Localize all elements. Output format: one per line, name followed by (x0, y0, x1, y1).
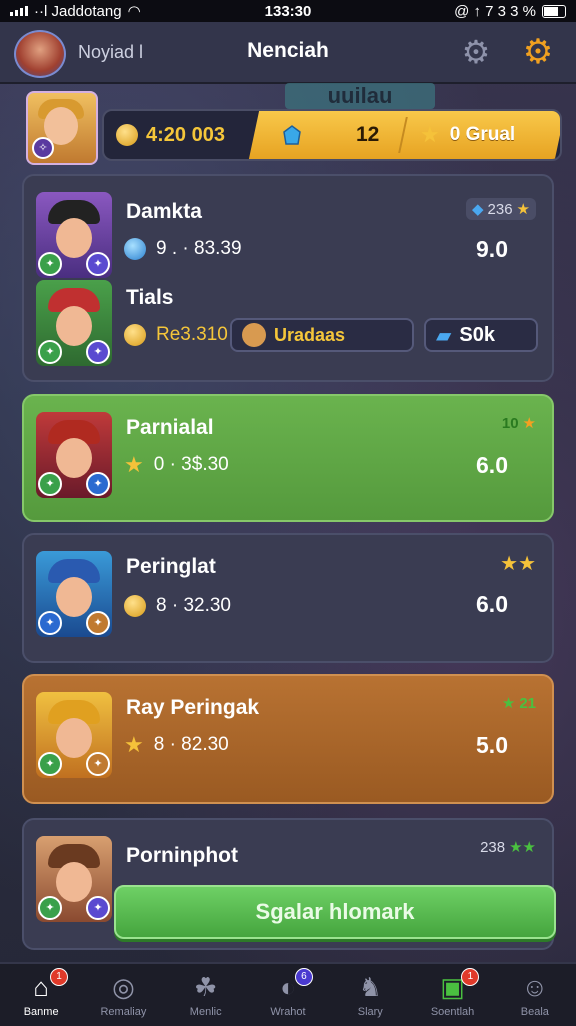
level-badge-icon: ✧ (32, 137, 54, 159)
hero-score: 6.0 (476, 591, 508, 617)
status-bar: ··l Jaddotang ◠ 133:30 @ ↑ 7 3 3 % (0, 0, 576, 22)
coin-icon (124, 324, 146, 346)
hero-stat-secondary: Re3.310 (124, 324, 228, 346)
status-right: @ ↑ 7 3 3 % (454, 2, 536, 20)
hero-stat: 8 · 32.30 (124, 595, 231, 617)
hero-score: 6.0 (476, 452, 508, 478)
class-badge-icon: ✦ (38, 611, 62, 635)
class-badge-icon: ✦ (38, 752, 62, 776)
rank-badge-icon: ✦ (86, 472, 110, 496)
hero-portrait: ✦ ✦ (36, 836, 112, 922)
boot-icon: ♞ (358, 972, 382, 1002)
gold-crown-icon (116, 124, 138, 146)
nav-item-slary[interactable]: ♞ Slary (329, 964, 411, 1026)
energy-icon (124, 238, 146, 260)
rank-badge-icon: ✦ (86, 252, 110, 276)
class-badge-icon: ✦ (38, 252, 62, 276)
hero-name-secondary: Tials (126, 286, 174, 309)
shield-coin-icon (124, 595, 146, 617)
hero-score: 9.0 (476, 236, 508, 262)
clock: 133:30 (264, 2, 312, 20)
hero-portrait: ✦ ✦ (36, 551, 112, 637)
nav-item-wrahot[interactable]: 6 ◐ Wrahot (247, 964, 329, 1026)
rank-badge-icon: ✦ (86, 752, 110, 776)
wifi-icon: ◠ (127, 3, 141, 20)
nav-item-menlic[interactable]: ☘ Menlic (165, 964, 247, 1026)
card-corner: 10 ★ (501, 414, 536, 433)
ally-chip[interactable]: Uradaas (230, 318, 414, 352)
hero-portrait: ✦ ✦ (36, 280, 112, 366)
shield-icon: ◆ (471, 201, 484, 218)
nav-item-home[interactable]: 1 ⌂ Banme (0, 964, 82, 1026)
gem-value: 12 (356, 123, 380, 146)
ally-avatar-icon (242, 323, 266, 347)
nav-item-remaliay[interactable]: ◎ Remaliay (82, 964, 164, 1026)
hero-name: Porninphot (126, 844, 238, 867)
top-bar: Noyiad l Nenciah ⚙ ⚙ (0, 22, 576, 84)
star-icon: ★★ (509, 839, 536, 856)
rank-badge-icon: ✦ (86, 340, 110, 364)
nav-item-soentlah[interactable]: 1 ▣ Soentlah (411, 964, 493, 1026)
primary-action-button[interactable]: Sgalar hlomark (114, 885, 556, 939)
notification-badge: 1 (50, 968, 68, 986)
options-gear-icon[interactable]: ⚙ (518, 32, 558, 72)
star-counter[interactable]: ★ 0 Grual (420, 111, 515, 159)
gold-value: 4:20 003 (146, 123, 225, 146)
hero-name: Damkta (126, 200, 202, 223)
star-icon: ★ (522, 415, 536, 432)
hero-portrait: ✦ ✦ (36, 692, 112, 778)
signal-icon (10, 6, 28, 16)
background-sign: uuilau (285, 83, 435, 109)
nav-item-beala[interactable]: ☺ Beala (494, 964, 576, 1026)
notification-badge: 1 (461, 968, 480, 986)
gem-counter[interactable] (280, 111, 304, 159)
currency-bar: 4:20 003 12 ★ 0 Grual (102, 109, 562, 161)
rank-badge-icon: ✦ (86, 896, 110, 920)
crystal-icon: ▰ (436, 324, 452, 347)
star-icon: ★ (501, 695, 516, 712)
settings-gear-icon[interactable]: ⚙ (458, 34, 494, 70)
star-icon: ★ (124, 732, 144, 757)
hero-portrait: ✦ ✦ (36, 192, 112, 278)
star-icon: ★ (516, 201, 530, 218)
star-icon: ★ (124, 452, 144, 477)
card-corner: 238 ★★ (480, 838, 536, 857)
notification-badge: 6 (294, 968, 313, 986)
rank-badge-icon: ✦ (86, 611, 110, 635)
hero-stat: 9 . · 83.39 (124, 238, 242, 260)
star-icon: ★ (420, 122, 440, 147)
hero-stat: ★ 8 · 82.30 (124, 732, 229, 757)
hero-score: 5.0 (476, 732, 508, 758)
hero-card-3[interactable]: ✦ ✦ Peringlat ★★ 8 · 32.30 6.0 (22, 533, 554, 663)
battery-icon (542, 4, 566, 18)
class-badge-icon: ✦ (38, 472, 62, 496)
dragon-icon: ☘ (194, 972, 218, 1002)
hero-portrait: ✦ ✦ (36, 412, 112, 498)
gem-icon (283, 125, 301, 145)
class-badge-icon: ✦ (38, 340, 62, 364)
target-icon: ◎ (112, 972, 135, 1002)
star-value: 0 Grual (449, 124, 516, 145)
hero-name: Parnialal (126, 416, 214, 439)
gold-counter[interactable]: 4:20 003 (104, 111, 252, 159)
hero-name: Peringlat (126, 555, 216, 578)
hero-stat: ★ 0 · 3$.30 (124, 452, 229, 477)
hero-card-2[interactable]: ✦ ✦ Parnialal 10 ★ ★ 0 · 3$.30 6.0 (22, 394, 554, 522)
hero-card-4[interactable]: ✦ ✦ Ray Peringak ★ 21 ★ 8 · 82.30 5.0 (22, 674, 554, 804)
profile-avatar[interactable]: ✧ (26, 91, 98, 165)
hero-card-1[interactable]: ✦ ✦ ✦ ✦ Damkta ◆ 236 ★ 9 . · 83.39 9.0 T… (22, 174, 554, 382)
card-corner: ★ 21 (501, 694, 536, 713)
carrier-label: ··l Jaddotang (34, 2, 122, 20)
card-corner: ◆ 236 ★ (465, 198, 536, 220)
class-badge-icon: ✦ (38, 896, 62, 920)
profile-icon: ☺ (521, 972, 549, 1002)
hero-name: Ray Peringak (126, 696, 260, 719)
star-rating-icon: ★★ (500, 553, 536, 575)
bottom-nav: 1 ⌂ Banme ◎ Remaliay ☘ Menlic 6 ◐ Wrahot… (0, 962, 576, 1026)
reward-chip[interactable]: ▰ S0k (424, 318, 538, 352)
